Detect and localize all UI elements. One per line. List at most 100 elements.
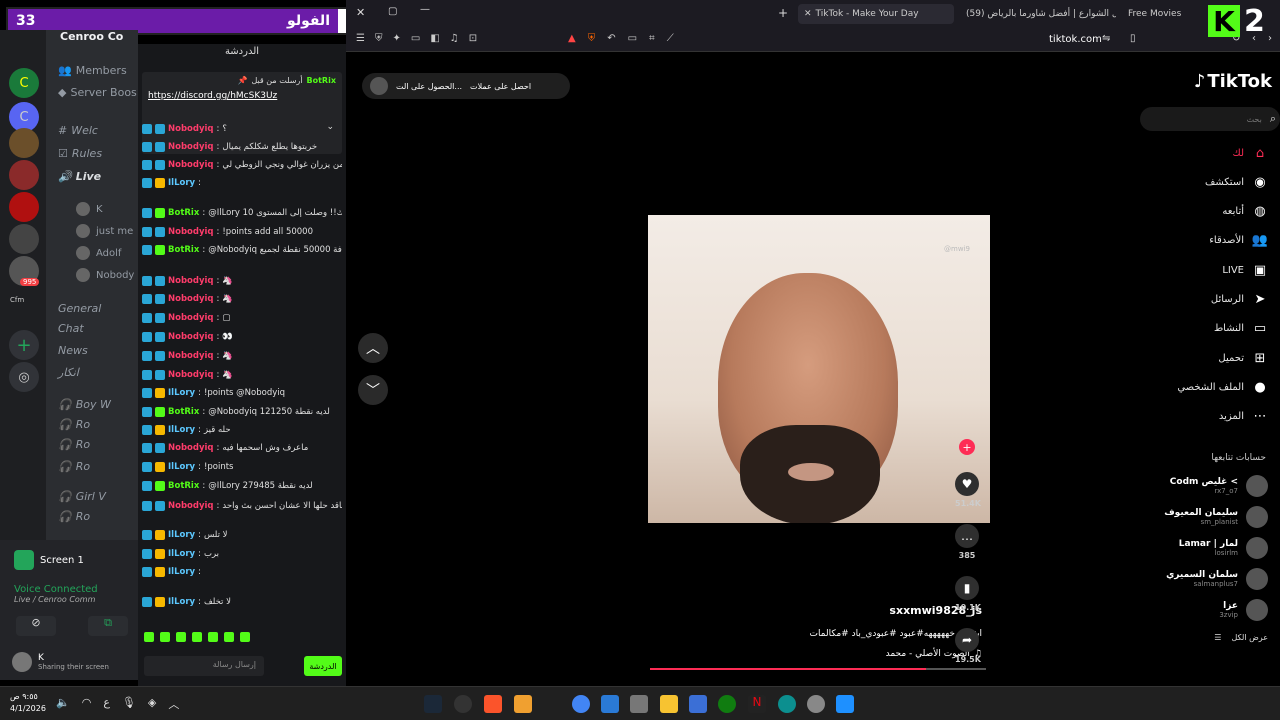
- guild-icon[interactable]: [9, 224, 39, 254]
- followed-account[interactable]: سليمان المعيوف sm_planist: [1164, 506, 1268, 528]
- members-item[interactable]: 👥 Members: [46, 60, 138, 80]
- bookmark-icon[interactable]: ▯: [1130, 33, 1136, 44]
- voice-channel[interactable]: 🎧 Ro: [46, 506, 138, 526]
- emote-icon[interactable]: [208, 632, 218, 642]
- previous-video-button[interactable]: ︿: [358, 333, 388, 363]
- guild-icon[interactable]: [9, 160, 39, 190]
- nav-more[interactable]: المزيد ⋯: [1219, 409, 1268, 425]
- window-restore-icon[interactable]: ▢: [388, 6, 397, 17]
- window-close-icon[interactable]: ✕: [356, 6, 365, 19]
- tiktok-logo[interactable]: ♪ TikTok: [1194, 71, 1272, 92]
- share-button[interactable]: ⧉: [88, 616, 128, 636]
- comment-button[interactable]: … 385: [955, 524, 979, 560]
- nav-compass[interactable]: استكشف ◉: [1205, 174, 1268, 190]
- channel-rules[interactable]: ☑ Rules: [46, 143, 138, 163]
- screen-share-item[interactable]: Screen 1: [14, 550, 84, 570]
- tab-tiktok[interactable]: ✕ TikTok - Make Your Day: [798, 4, 954, 24]
- guild-icon[interactable]: [9, 192, 39, 222]
- emote-icon[interactable]: [192, 632, 202, 642]
- emote-icon[interactable]: [176, 632, 186, 642]
- start-icon[interactable]: [836, 695, 854, 713]
- emote-icon[interactable]: [224, 632, 234, 642]
- search-input[interactable]: بحث ⌕: [1140, 107, 1280, 131]
- chat-username[interactable]: Nobodyiq: [168, 160, 214, 170]
- add-server-icon[interactable]: +: [9, 330, 39, 360]
- photos-icon[interactable]: [601, 695, 619, 713]
- clock[interactable]: ٩:٥٥ ص 4/1/2026: [10, 691, 46, 715]
- close-icon[interactable]: ✕: [804, 9, 812, 19]
- shield-icon[interactable]: ⛨: [375, 33, 383, 44]
- chat-username[interactable]: IlLory: [168, 178, 195, 188]
- voice-channel[interactable]: 🎧 Ro: [46, 456, 138, 476]
- voice-user[interactable]: K: [76, 202, 103, 216]
- media-icon[interactable]: ♫: [450, 33, 459, 44]
- chat-username[interactable]: Nobodyiq: [168, 227, 214, 237]
- user-area[interactable]: K Sharing their screen: [12, 652, 109, 672]
- server-boost-item[interactable]: ◆ Server Boos: [46, 82, 138, 102]
- emote-icon[interactable]: [144, 632, 154, 642]
- wallet-icon[interactable]: ▭: [411, 33, 420, 44]
- obs-icon[interactable]: [454, 695, 472, 713]
- channel-news[interactable]: News: [46, 340, 138, 360]
- chat-username[interactable]: BotRix: [168, 481, 199, 491]
- voice-user[interactable]: just me: [76, 224, 133, 238]
- settings-icon[interactable]: [807, 695, 825, 713]
- chat-username[interactable]: Nobodyiq: [168, 351, 214, 361]
- channel-live[interactable]: 🔊 Live: [46, 166, 138, 186]
- send-button[interactable]: الدردشة: [304, 656, 342, 676]
- wifi-icon[interactable]: ◠: [82, 696, 92, 712]
- chat-username[interactable]: IlLory: [168, 462, 195, 472]
- chat-username[interactable]: Nobodyiq: [168, 501, 214, 511]
- followed-account[interactable]: Lamar | لمار losirlm: [1179, 537, 1268, 559]
- chat-username[interactable]: IlLory: [168, 388, 195, 398]
- explore-icon[interactable]: ◎: [9, 362, 39, 392]
- voice-user[interactable]: Nobody: [76, 268, 134, 282]
- followed-account[interactable]: عزا 3zvip: [1219, 599, 1268, 621]
- window-minimize-icon[interactable]: —: [420, 4, 430, 15]
- language-indicator[interactable]: ع: [103, 696, 110, 712]
- voice-user[interactable]: Adolf: [76, 246, 121, 260]
- mic-icon[interactable]: 🎙: [122, 696, 136, 712]
- follow-plus-button[interactable]: +: [955, 439, 979, 455]
- voice-channel[interactable]: 🎧 Boy W: [46, 394, 138, 414]
- screenshot-icon[interactable]: ⊡: [469, 33, 477, 44]
- edge-icon[interactable]: [778, 695, 796, 713]
- chat-username[interactable]: IlLory: [168, 530, 195, 540]
- chat-username[interactable]: Nobodyiq: [168, 124, 214, 134]
- chat-username[interactable]: Nobodyiq: [168, 370, 214, 380]
- tab-movies[interactable]: Free Movies: [1128, 4, 1181, 24]
- new-tab-icon[interactable]: +: [778, 6, 788, 20]
- nav-live[interactable]: LIVE ▣: [1222, 262, 1268, 278]
- chrome-icon[interactable]: [572, 695, 590, 713]
- server-name[interactable]: Cenroo Co: [60, 30, 123, 43]
- voice-channel[interactable]: 🎧 Ro: [46, 434, 138, 454]
- puzzle-icon[interactable]: ✦: [392, 33, 400, 44]
- store-icon[interactable]: [689, 695, 707, 713]
- menu-icon[interactable]: ☰: [356, 33, 365, 44]
- guild-icon[interactable]: [9, 128, 39, 158]
- emote-icon[interactable]: [240, 632, 250, 642]
- voice-channel[interactable]: 🎧 Girl V: [46, 486, 138, 506]
- back-history-icon[interactable]: ↶: [607, 33, 615, 44]
- video-off-button[interactable]: ⊘: [16, 616, 56, 636]
- nav-profile[interactable]: الملف الشخصي ●: [1177, 379, 1268, 395]
- coins-button[interactable]: الحصول على الت... احصل على عملات: [362, 73, 570, 99]
- chat-username[interactable]: IlLory: [168, 549, 195, 559]
- next-video-button[interactable]: ﹀: [358, 375, 388, 405]
- share-button[interactable]: ➦ 19.5K: [955, 628, 981, 664]
- tune-icon[interactable]: ⇋: [1102, 33, 1110, 44]
- chat-username[interactable]: Nobodyiq: [168, 142, 214, 152]
- netflix-icon[interactable]: N: [748, 695, 766, 713]
- chat-input[interactable]: إرسال رسالة: [144, 656, 264, 676]
- tray-app-icon[interactable]: ◈: [148, 696, 156, 712]
- url-text[interactable]: tiktok.com: [1049, 34, 1102, 45]
- channel-welcome[interactable]: # Welc: [46, 120, 138, 140]
- like-button[interactable]: ♥ 51.4K: [955, 472, 981, 508]
- coins-label[interactable]: احصل على عملات: [470, 82, 531, 91]
- brave-shield-icon[interactable]: ⛨: [588, 33, 596, 44]
- rewards-icon[interactable]: ▲: [568, 33, 576, 44]
- category-general[interactable]: General: [46, 298, 138, 318]
- chat-username[interactable]: Nobodyiq: [168, 332, 214, 342]
- translate-icon[interactable]: ⌗: [649, 33, 655, 44]
- usb-icon[interactable]: [630, 695, 648, 713]
